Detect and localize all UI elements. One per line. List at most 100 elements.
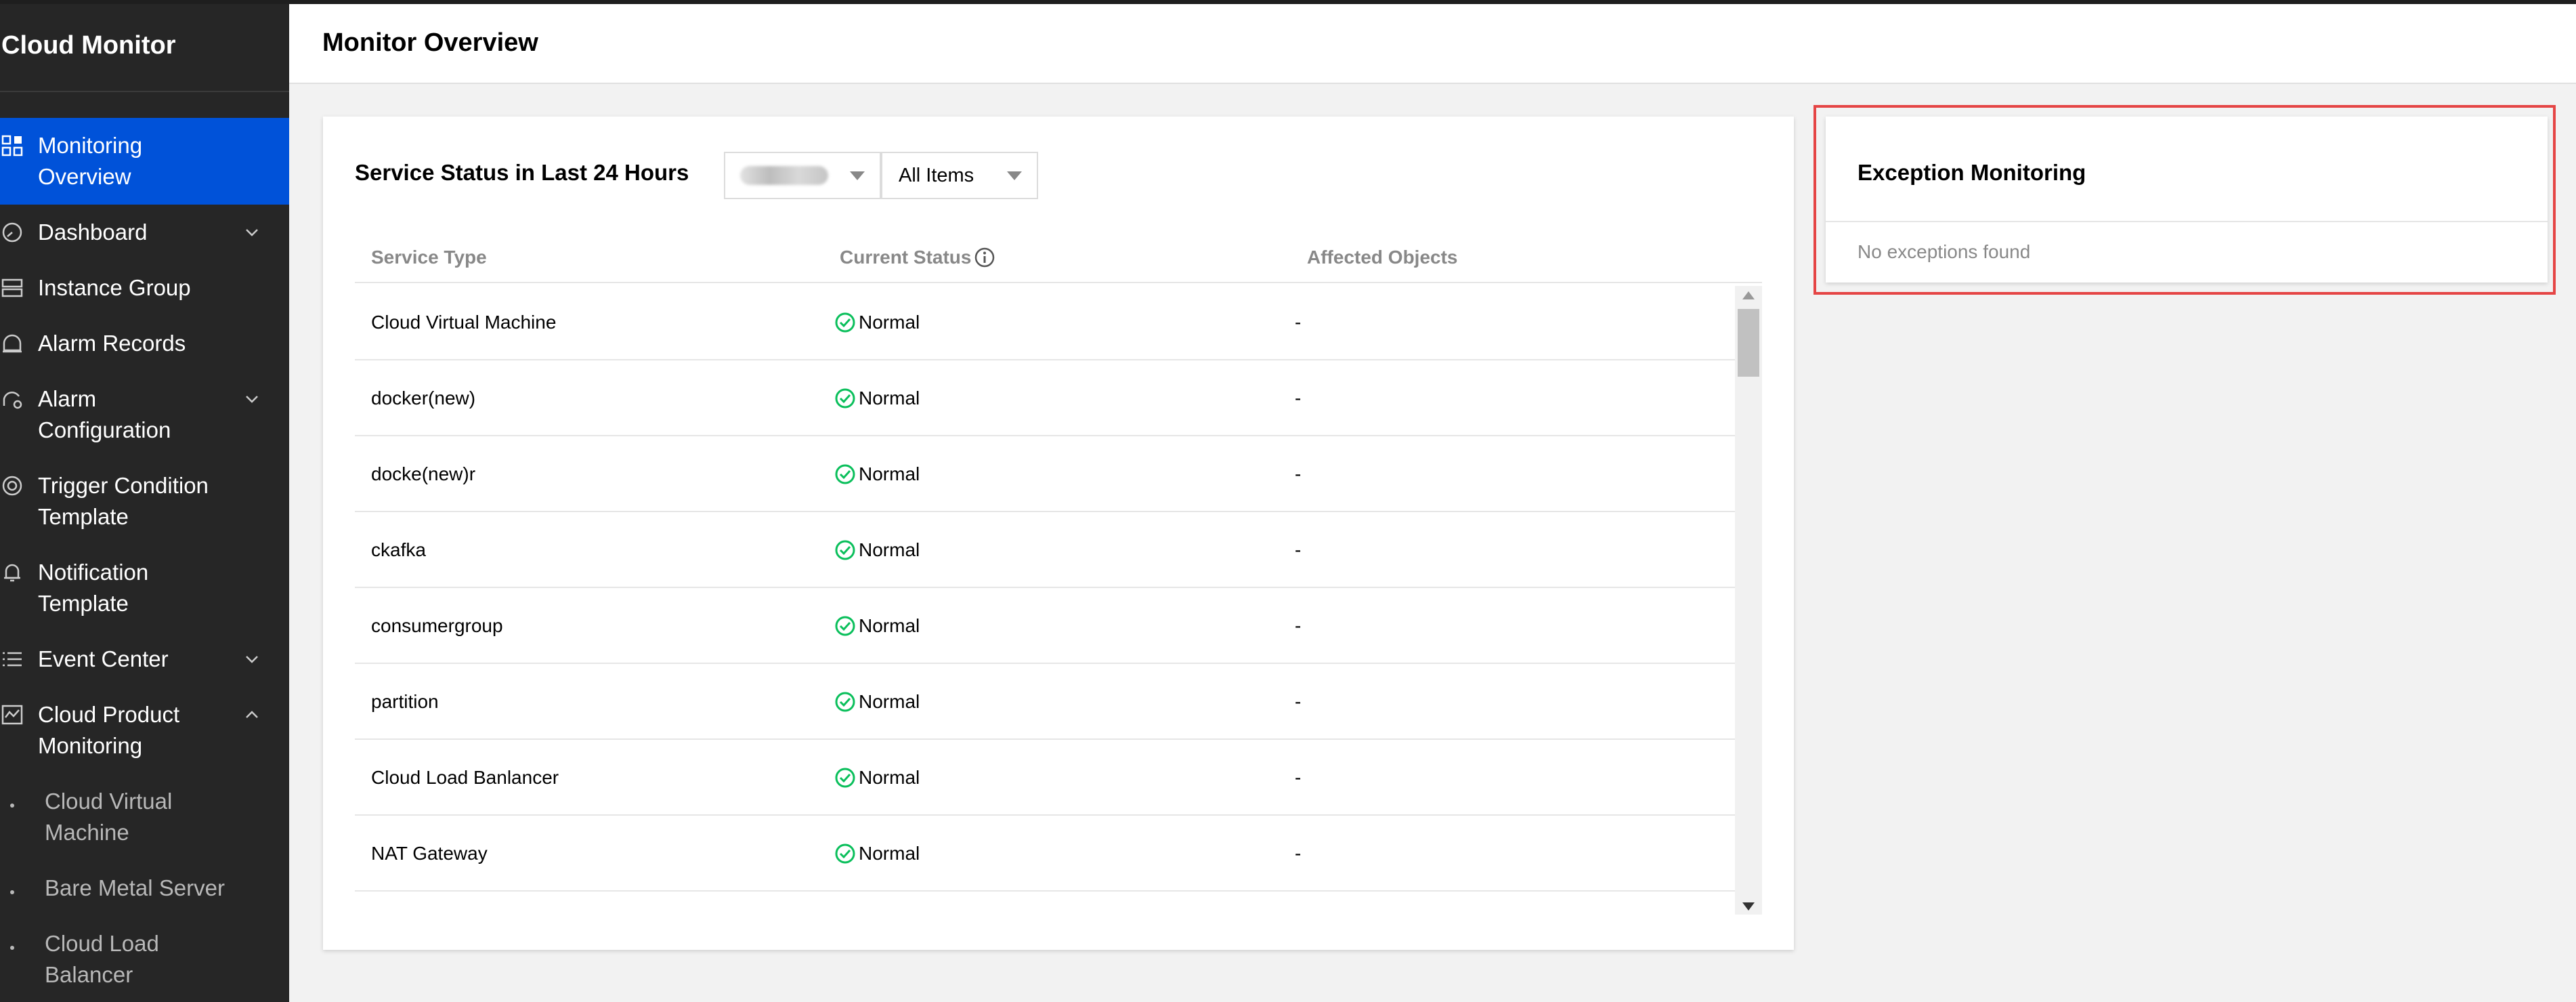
table-header: Service Type Current Status Affected Obj… [355, 232, 1762, 283]
check-circle-icon [835, 692, 855, 712]
divider [1826, 221, 2548, 222]
current-status-cell: Normal [834, 615, 920, 637]
status-text: Normal [859, 463, 920, 484]
scroll-down-arrow-icon[interactable] [1742, 902, 1755, 911]
sidebar-item-alarm-configuration[interactable]: Alarm Configuration [0, 371, 289, 458]
sidebar-subitem-cloud-virtual-machine[interactable]: Cloud Virtual Machine [0, 774, 289, 860]
status-text: Normal [859, 312, 920, 333]
grid-icon [0, 130, 38, 161]
notification-bell-icon [0, 557, 38, 588]
affected-objects-cell: - [1295, 615, 1302, 636]
service-type-cell: docke(new)r [371, 463, 476, 484]
check-circle-icon [835, 312, 855, 333]
check-circle-icon [835, 540, 855, 560]
table-row[interactable]: consumergroup Normal - [355, 588, 1735, 664]
table-row[interactable]: NAT Gateway Normal - [355, 816, 1735, 892]
sidebar-subitem-label: Cloud Load Balancer [45, 931, 159, 987]
sidebar-item-instance-group[interactable]: Instance Group [0, 260, 289, 316]
check-circle-icon [835, 388, 855, 409]
sidebar-item-dashboard[interactable]: Dashboard [0, 205, 289, 260]
sidebar-item-notification-template[interactable]: Notification Template [0, 545, 289, 631]
scroll-up-arrow-icon[interactable] [1742, 291, 1755, 299]
current-status-cell: Normal [834, 312, 920, 333]
sidebar-subitem-label: Bare Metal Server [45, 875, 225, 900]
sidebar-item-label: Instance Group [38, 275, 191, 300]
table-row[interactable]: ckafka Normal - [355, 512, 1735, 588]
current-status-cell: Normal [834, 843, 920, 864]
table-scrollbar[interactable] [1735, 286, 1762, 915]
app-title: Cloud Monitor [0, 0, 289, 92]
bullet-dot-icon [0, 786, 45, 817]
table-row[interactable]: Cloud Virtual Machine Normal - [355, 285, 1735, 360]
service-type-cell: NAT Gateway [371, 843, 488, 864]
sidebar-item-alarm-records[interactable]: Alarm Records [0, 316, 289, 371]
region-select[interactable] [724, 152, 881, 199]
sidebar-item-cloud-product-monitoring[interactable]: Cloud Product Monitoring [0, 687, 289, 774]
scrollbar-thumb[interactable] [1738, 309, 1759, 377]
chart-icon [0, 699, 38, 730]
info-icon[interactable] [974, 247, 995, 268]
sidebar-item-label: Monitoring Overview [38, 133, 143, 189]
page-header: Monitor Overview [289, 4, 2576, 84]
sidebar-item-label: Notification Template [38, 560, 149, 616]
affected-objects-cell: - [1295, 691, 1302, 712]
exception-monitoring-title: Exception Monitoring [1858, 160, 2086, 185]
affected-objects-cell: - [1295, 388, 1302, 409]
list-icon [0, 644, 38, 675]
empty-message: No exceptions found [1858, 241, 2031, 262]
current-status-cell: Normal [834, 539, 920, 561]
chevron-down-icon [246, 229, 258, 236]
sidebar-item-trigger-condition-template[interactable]: Trigger Condition Template [0, 458, 289, 545]
service-type-cell: partition [371, 691, 439, 712]
status-text: Normal [859, 539, 920, 560]
chevron-up-icon [246, 711, 258, 718]
sidebar-item-label: Event Center [38, 646, 169, 671]
column-header-affected-objects: Affected Objects [1307, 247, 1458, 268]
table-row[interactable]: partition Normal - [355, 664, 1735, 740]
current-status-cell: Normal [834, 388, 920, 409]
sidebar: Cloud Monitor Monitoring Overview Dashbo… [0, 0, 289, 1002]
service-status-title: Service Status in Last 24 Hours [355, 160, 689, 185]
table-row[interactable]: Cloud Load Banlancer Normal - [355, 740, 1735, 816]
affected-objects-cell: - [1295, 843, 1302, 864]
table-rows: Cloud Virtual Machine Normal - docker(new) N… [355, 285, 1735, 915]
table-body: Cloud Virtual Machine Normal - docker(new) N… [355, 285, 1762, 915]
items-select[interactable]: All Items [881, 152, 1038, 199]
sidebar-item-label: Trigger Condition Template [38, 473, 209, 529]
target-icon [0, 470, 38, 501]
status-text: Normal [859, 691, 920, 712]
status-text: Normal [859, 767, 920, 788]
caret-down-icon [850, 171, 865, 180]
sidebar-subitem-bare-metal-server[interactable]: Bare Metal Server [0, 860, 289, 916]
dashboard-gauge-icon [0, 217, 38, 248]
alarm-settings-icon [0, 383, 38, 415]
items-select-value: All Items [899, 164, 974, 186]
server-group-icon [0, 272, 38, 304]
service-status-card: Service Status in Last 24 Hours All Item… [323, 117, 1794, 950]
sidebar-nav: Monitoring Overview Dashboard Instance G… [0, 118, 289, 1002]
chevron-down-icon [246, 656, 258, 663]
sidebar-item-event-center[interactable]: Event Center [0, 631, 289, 687]
status-text: Normal [859, 843, 920, 864]
sidebar-item-label: Cloud Product Monitoring [38, 702, 180, 758]
check-circle-icon [835, 843, 855, 864]
service-type-cell: docker(new) [371, 388, 476, 409]
sidebar-item-monitoring-overview[interactable]: Monitoring Overview [0, 118, 289, 205]
table-row[interactable]: docke(new)r Normal - [355, 436, 1735, 512]
current-status-cell: Normal [834, 691, 920, 713]
column-header-current-status: Current Status [840, 247, 995, 268]
chevron-down-icon [246, 396, 258, 403]
current-status-cell: Normal [834, 767, 920, 789]
sidebar-item-label: Alarm Configuration [38, 386, 171, 442]
check-circle-icon [835, 464, 855, 484]
service-type-cell: Cloud Load Banlancer [371, 767, 559, 788]
sidebar-subitem-cloud-load-balancer[interactable]: Cloud Load Balancer [0, 916, 289, 1002]
affected-objects-cell: - [1295, 539, 1302, 560]
sidebar-subitem-label: Cloud Virtual Machine [45, 789, 173, 845]
caret-down-icon [1007, 171, 1022, 180]
exception-monitoring-card: Exception Monitoring No exceptions found [1826, 117, 2548, 283]
bullet-dot-icon [0, 873, 45, 904]
check-circle-icon [835, 768, 855, 788]
table-row[interactable]: docker(new) Normal - [355, 360, 1735, 436]
bullet-dot-icon [0, 928, 45, 959]
